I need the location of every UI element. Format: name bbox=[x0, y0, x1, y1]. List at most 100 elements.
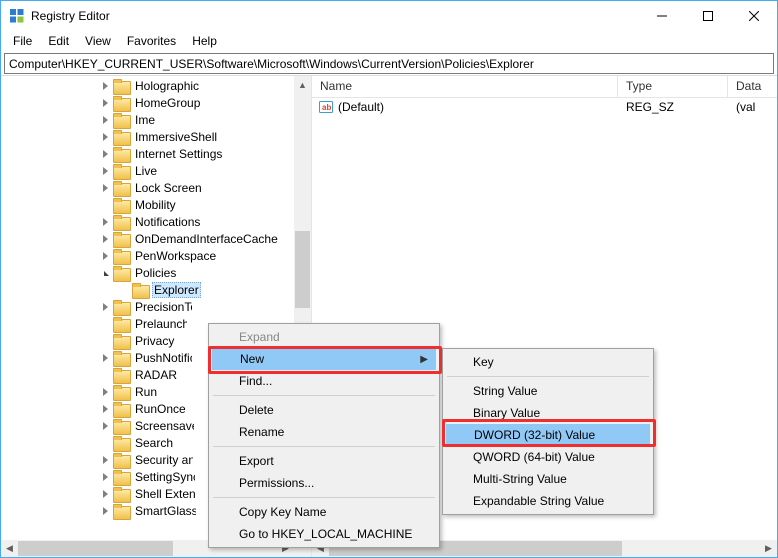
tree-item[interactable]: PenWorkspace bbox=[1, 247, 294, 264]
chevron-right-icon[interactable] bbox=[97, 112, 113, 128]
folder-icon bbox=[113, 181, 129, 195]
chevron-down-icon[interactable] bbox=[97, 265, 113, 281]
value-row[interactable]: ab (Default) REG_SZ (val bbox=[312, 98, 777, 116]
tree-item-label: Screensavers bbox=[133, 419, 194, 433]
ctx-export[interactable]: Export bbox=[211, 450, 437, 472]
separator bbox=[213, 395, 435, 396]
close-button[interactable] bbox=[731, 1, 777, 31]
value-data: (val bbox=[728, 100, 777, 114]
chevron-right-icon[interactable] bbox=[97, 146, 113, 162]
scroll-up-button[interactable]: ▲ bbox=[294, 76, 311, 93]
chevron-right-icon[interactable] bbox=[97, 350, 113, 366]
tree-item[interactable]: Holographic bbox=[1, 77, 294, 94]
folder-icon bbox=[132, 283, 148, 297]
chevron-right-icon[interactable] bbox=[97, 180, 113, 196]
ctx-delete[interactable]: Delete bbox=[211, 399, 437, 421]
folder-icon bbox=[113, 215, 129, 229]
tree-item-label: Search bbox=[133, 436, 175, 450]
chevron-right-icon[interactable] bbox=[97, 503, 113, 519]
tree-item[interactable]: PrecisionTouchPad bbox=[1, 298, 294, 315]
tree-item-label: Lock Screen bbox=[133, 181, 204, 195]
folder-icon bbox=[113, 368, 129, 382]
scroll-right-button[interactable]: ▶ bbox=[760, 540, 777, 557]
chevron-right-icon[interactable] bbox=[97, 401, 113, 417]
scroll-hthumb[interactable] bbox=[18, 541, 173, 556]
titlebar: Registry Editor bbox=[1, 1, 777, 31]
chevron-right-icon[interactable] bbox=[97, 248, 113, 264]
maximize-button[interactable] bbox=[685, 1, 731, 31]
folder-icon bbox=[113, 130, 129, 144]
tree-item-label: Mobility bbox=[133, 198, 178, 212]
tree-item[interactable]: OnDemandInterfaceCache bbox=[1, 230, 294, 247]
tree-item-label: PrecisionTouchPad bbox=[133, 300, 192, 314]
ctx-new-expandstring[interactable]: Expandable String Value bbox=[445, 490, 651, 512]
col-header-name[interactable]: Name bbox=[312, 76, 618, 97]
ctx-expand: Expand bbox=[211, 326, 437, 348]
chevron-right-icon[interactable] bbox=[97, 384, 113, 400]
ctx-new-qword[interactable]: QWORD (64-bit) Value bbox=[445, 446, 651, 468]
address-bar[interactable]: Computer\HKEY_CURRENT_USER\Software\Micr… bbox=[4, 53, 774, 74]
chevron-right-icon[interactable] bbox=[97, 469, 113, 485]
ctx-rename[interactable]: Rename bbox=[211, 421, 437, 443]
ctx-new-key[interactable]: Key bbox=[445, 351, 651, 373]
tree-item[interactable]: Policies bbox=[1, 264, 294, 281]
tree-item-label: Privacy bbox=[133, 334, 176, 348]
chevron-right-icon[interactable] bbox=[97, 214, 113, 230]
chevron-right-icon[interactable] bbox=[97, 78, 113, 94]
folder-icon bbox=[113, 385, 129, 399]
scroll-thumb[interactable] bbox=[295, 231, 310, 308]
chevron-right-icon[interactable] bbox=[97, 452, 113, 468]
tree-item-label: PushNotifications bbox=[133, 351, 192, 365]
svg-text:ab: ab bbox=[322, 103, 331, 112]
ctx-goto-hklm[interactable]: Go to HKEY_LOCAL_MACHINE bbox=[211, 523, 437, 545]
highlight-box-new bbox=[208, 346, 442, 374]
folder-icon bbox=[113, 419, 129, 433]
tree-item[interactable]: Notifications bbox=[1, 213, 294, 230]
tree-item[interactable]: Live bbox=[1, 162, 294, 179]
menu-favorites[interactable]: Favorites bbox=[119, 32, 184, 50]
tree-item[interactable]: Internet Settings bbox=[1, 145, 294, 162]
window-controls bbox=[639, 1, 777, 31]
chevron-right-icon[interactable] bbox=[97, 129, 113, 145]
ctx-new-multistring[interactable]: Multi-String Value bbox=[445, 468, 651, 490]
tree-item-label: SmartGlass bbox=[133, 504, 196, 518]
folder-icon bbox=[113, 351, 129, 365]
values-header: Name Type Data bbox=[312, 76, 777, 98]
chevron-right-icon[interactable] bbox=[97, 95, 113, 111]
tree-item[interactable]: HomeGroup bbox=[1, 94, 294, 111]
col-header-data[interactable]: Data bbox=[728, 76, 777, 97]
col-header-type[interactable]: Type bbox=[618, 76, 728, 97]
scroll-left-button[interactable]: ◀ bbox=[1, 540, 18, 557]
tree-item-label: Security and Maintenance bbox=[133, 453, 193, 467]
folder-icon bbox=[113, 504, 129, 518]
tree-item-label: PrelaunchSettings bbox=[133, 317, 187, 331]
tree-item-label: Shell Extensions bbox=[133, 487, 195, 501]
chevron-right-icon[interactable] bbox=[97, 299, 113, 315]
window-title: Registry Editor bbox=[31, 9, 639, 23]
minimize-button[interactable] bbox=[639, 1, 685, 31]
folder-icon bbox=[113, 300, 129, 314]
menu-edit[interactable]: Edit bbox=[40, 32, 77, 50]
chevron-right-icon[interactable] bbox=[97, 231, 113, 247]
ctx-permissions[interactable]: Permissions... bbox=[211, 472, 437, 494]
folder-icon bbox=[113, 317, 129, 331]
tree-item-label: RunOnce bbox=[133, 402, 188, 416]
chevron-right-icon[interactable] bbox=[97, 418, 113, 434]
folder-icon bbox=[113, 470, 129, 484]
tree-item-label: Run bbox=[133, 385, 159, 399]
chevron-right-icon[interactable] bbox=[97, 163, 113, 179]
menu-file[interactable]: File bbox=[5, 32, 40, 50]
folder-icon bbox=[113, 113, 129, 127]
tree-item[interactable]: ImmersiveShell bbox=[1, 128, 294, 145]
tree-item[interactable]: Explorer bbox=[1, 281, 294, 298]
chevron-right-icon[interactable] bbox=[97, 486, 113, 502]
tree-item[interactable]: Mobility bbox=[1, 196, 294, 213]
ctx-new-string[interactable]: String Value bbox=[445, 380, 651, 402]
separator bbox=[213, 497, 435, 498]
folder-icon bbox=[113, 232, 129, 246]
menu-help[interactable]: Help bbox=[184, 32, 225, 50]
menu-view[interactable]: View bbox=[77, 32, 119, 50]
tree-item[interactable]: Lock Screen bbox=[1, 179, 294, 196]
tree-item[interactable]: Ime bbox=[1, 111, 294, 128]
ctx-copy-key-name[interactable]: Copy Key Name bbox=[211, 501, 437, 523]
